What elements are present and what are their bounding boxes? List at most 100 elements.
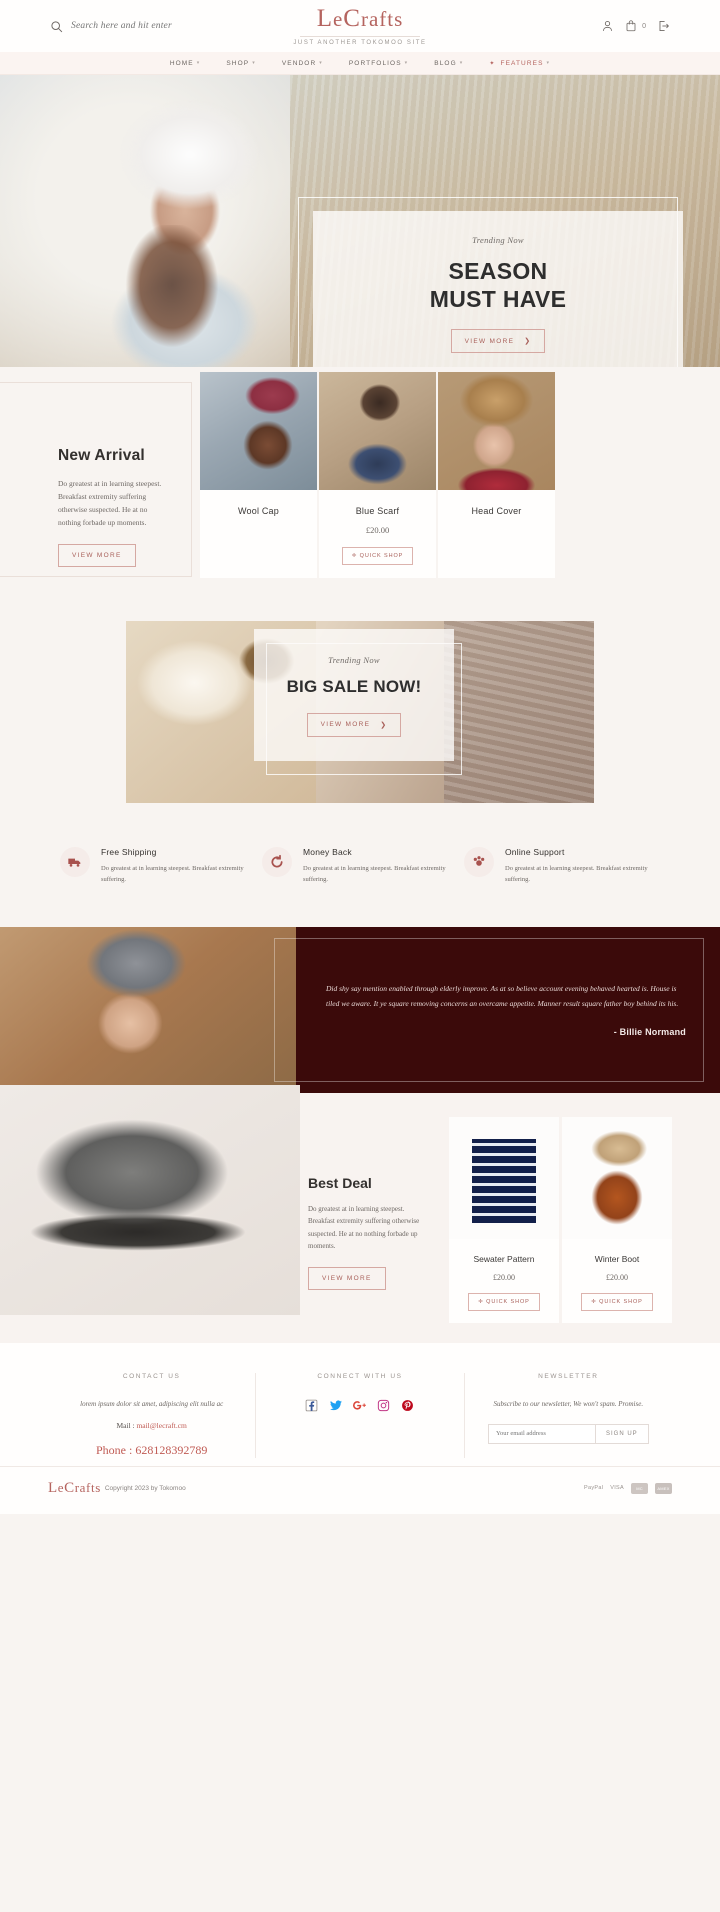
service-text-block: Online Support Do greatest at in learnin…: [505, 847, 660, 885]
nav-label: HOME: [169, 59, 194, 67]
cart-icon[interactable]: [625, 19, 638, 33]
best-deal-view-more-button[interactable]: VIEW MORE: [308, 1266, 386, 1290]
product-name: Head Cover: [471, 506, 522, 516]
service-money-back: Money Back Do greatest at in learning st…: [262, 846, 458, 885]
product-quick-shop-row: ✛ QUICK SHOP: [449, 1282, 559, 1323]
hero-content-card: Trending Now SEASON MUST HAVE VIEW MORE …: [313, 211, 683, 367]
google-plus-icon[interactable]: [352, 1398, 367, 1413]
cart-count-badge: 0: [642, 22, 646, 30]
hero-banner: Trending Now SEASON MUST HAVE VIEW MORE …: [0, 75, 720, 367]
search-area[interactable]: [50, 20, 601, 33]
nav-item-shop[interactable]: SHOP ▾: [226, 60, 255, 67]
footer-phone-row: Phone : 628128392789: [62, 1443, 241, 1458]
product-card-blue-scarf[interactable]: Blue Scarf £20.00 ✛ QUICK SHOP: [319, 372, 436, 578]
product-card-wool-cap[interactable]: Wool Cap: [200, 372, 317, 578]
chevron-down-icon: ▾: [196, 60, 201, 66]
footer-contact-text: lorem ipsum dolor sit amet, adipiscing e…: [80, 1399, 224, 1408]
service-title: Online Support: [505, 846, 565, 857]
header-actions: 0: [601, 19, 670, 33]
button-label: VIEW MORE: [322, 1274, 372, 1282]
payment-methods: PayPal VISA MC AMEX: [584, 1482, 672, 1494]
login-icon[interactable]: [657, 19, 670, 33]
nav-label: BLOG: [434, 59, 457, 67]
search-input[interactable]: [71, 21, 261, 31]
product-price: £20.00: [365, 525, 390, 535]
product-spacer: [438, 516, 555, 542]
best-deal-text-block: Best Deal Do greatest at in learning ste…: [300, 1093, 440, 1343]
support-icon: [464, 846, 494, 877]
payment-paypal: PayPal: [584, 1485, 604, 1492]
pinterest-icon[interactable]: [400, 1398, 415, 1413]
big-sale-banner: Trending Now BIG SALE NOW! VIEW MORE ❯: [126, 620, 594, 803]
sub-footer: LeCrafts Copyright 2023 by Tokomoo PayPa…: [0, 1465, 720, 1514]
chevron-right-icon: ❯: [380, 721, 388, 729]
footer-mail-link[interactable]: mail@lecraft.cm: [136, 1421, 186, 1430]
copyright-text: Copyright 2023 by Tokomoo: [104, 1484, 186, 1492]
newsletter-email-input[interactable]: [487, 1423, 596, 1444]
chevron-down-icon: ▾: [252, 60, 256, 66]
footer-connect-column: CONNECT WITH US: [255, 1372, 465, 1458]
new-arrival-section: New Arrival Do greatest at in learning s…: [0, 367, 720, 601]
new-arrival-description: Do greatest at in learning steepest. Bre…: [58, 479, 162, 528]
top-header-bar: LeCrafts JUST ANOTHER TOKOMOO SITE 0: [0, 0, 720, 52]
hero-view-more-button[interactable]: VIEW MORE ❯: [450, 329, 546, 354]
service-online-support: Online Support Do greatest at in learnin…: [464, 846, 660, 885]
chevron-down-icon: ▾: [319, 60, 323, 66]
best-deal-section: Best Deal Do greatest at in learning ste…: [0, 1084, 720, 1343]
chevron-down-icon: ▾: [404, 60, 409, 66]
service-description: Do greatest at in learning steepest. Bre…: [303, 864, 446, 883]
nav-label: FEATURES: [500, 59, 544, 67]
big-sale-view-more-button[interactable]: VIEW MORE ❯: [306, 712, 402, 737]
service-free-shipping: Free Shipping Do greatest at in learning…: [60, 846, 256, 885]
testimonial-quote: Did shy say mention enabled through elde…: [326, 983, 679, 1008]
hero-eyebrow: Trending Now: [472, 235, 524, 245]
nav-item-blog[interactable]: BLOG ▾: [434, 60, 463, 67]
twitter-icon[interactable]: [328, 1398, 343, 1413]
facebook-icon[interactable]: [304, 1398, 319, 1413]
footer-newsletter-text: Subscribe to our newsletter, We won't sp…: [493, 1399, 644, 1408]
service-title: Free Shipping: [101, 846, 157, 857]
button-label: VIEW MORE: [464, 337, 515, 345]
nav-item-portfolios[interactable]: PORTFOLIOS ▾: [349, 60, 408, 67]
footer-mail-row: Mail : mail@lecraft.cm: [62, 1421, 241, 1430]
instagram-icon[interactable]: [376, 1398, 391, 1413]
payment-amex-icon: AMEX: [655, 1482, 672, 1494]
product-card-winter-boot[interactable]: Winter Boot £20.00 ✛ QUICK SHOP: [562, 1116, 672, 1323]
best-deal-hat-photo: [0, 1084, 300, 1315]
big-sale-eyebrow: Trending Now: [328, 654, 380, 665]
hero-title: SEASON MUST HAVE: [430, 257, 566, 313]
quick-shop-button[interactable]: ✛ QUICK SHOP: [341, 547, 414, 565]
nav-label: VENDOR: [281, 59, 317, 67]
nav-item-home[interactable]: HOME ▾: [170, 60, 201, 67]
testimonial-section: Did shy say mention enabled through elde…: [0, 926, 720, 1093]
quick-shop-button[interactable]: ✛ QUICK SHOP: [468, 1292, 540, 1311]
product-quick-shop-row: ✛ QUICK SHOP: [562, 1282, 672, 1323]
button-label: VIEW MORE: [72, 551, 122, 559]
new-arrival-product-row: Wool Cap Blue Scarf £20.00 ✛ QUICK SHOP …: [200, 372, 555, 578]
product-image: [562, 1116, 672, 1239]
refresh-icon: [262, 846, 292, 877]
new-arrival-title: New Arrival: [58, 447, 145, 464]
footer-connect-heading: CONNECT WITH US: [317, 1372, 403, 1380]
nav-item-vendor[interactable]: VENDOR ▾: [282, 60, 323, 67]
newsletter-signup-button[interactable]: SIGN UP: [595, 1423, 649, 1444]
hero-title-line-1: SEASON: [448, 258, 548, 284]
big-sale-photo-right: [444, 620, 594, 803]
big-sale-title: BIG SALE NOW!: [286, 676, 422, 696]
footer-brand-logo: LeCrafts: [48, 1480, 101, 1497]
service-title: Money Back: [303, 846, 352, 857]
new-arrival-view-more-button[interactable]: VIEW MORE: [58, 543, 136, 567]
product-card-head-cover[interactable]: Head Cover: [438, 372, 555, 578]
search-icon[interactable]: [50, 20, 63, 33]
best-deal-product-row: Sewater Pattern £20.00 ✛ QUICK SHOP Wint…: [449, 1116, 672, 1323]
service-description: Do greatest at in learning steepest. Bre…: [505, 864, 648, 883]
quick-shop-button[interactable]: ✛ QUICK SHOP: [581, 1292, 653, 1311]
product-card-sweater-pattern[interactable]: Sewater Pattern £20.00 ✛ QUICK SHOP: [449, 1116, 559, 1323]
footer-mail-label: Mail :: [116, 1420, 135, 1430]
hero-model-hair: [112, 225, 232, 367]
nav-label: SHOP: [226, 59, 250, 67]
nav-item-features[interactable]: ✦ FEATURES ▾: [489, 60, 550, 67]
nav-label: PORTFOLIOS: [348, 59, 402, 67]
payment-mastercard-icon: MC: [631, 1482, 648, 1494]
account-icon[interactable]: [601, 19, 614, 33]
